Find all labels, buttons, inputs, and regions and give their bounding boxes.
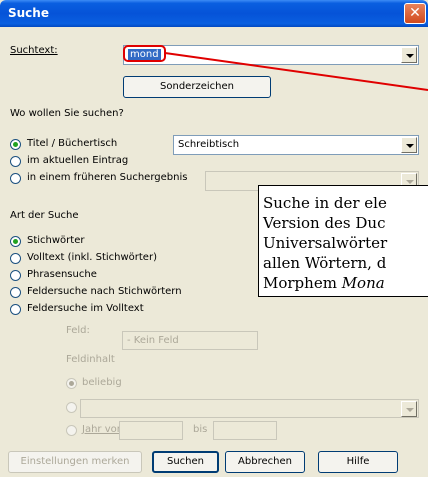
callout-line: Morphem Mona [263,273,428,293]
callout-line: allen Wörtern, d [263,254,387,272]
annotation-pointer-line [164,52,428,91]
annotation-callout: Suche in der ele Version des Duc Univers… [258,185,428,297]
callout-line: Universalwörter [263,234,388,252]
callout-italic: Mona [341,274,385,292]
callout-line: Suche in der ele [263,194,387,212]
annotation-highlight-box [123,45,166,62]
callout-line: Version des Duc [263,214,386,232]
callout-prefix: Morphem [263,274,342,292]
